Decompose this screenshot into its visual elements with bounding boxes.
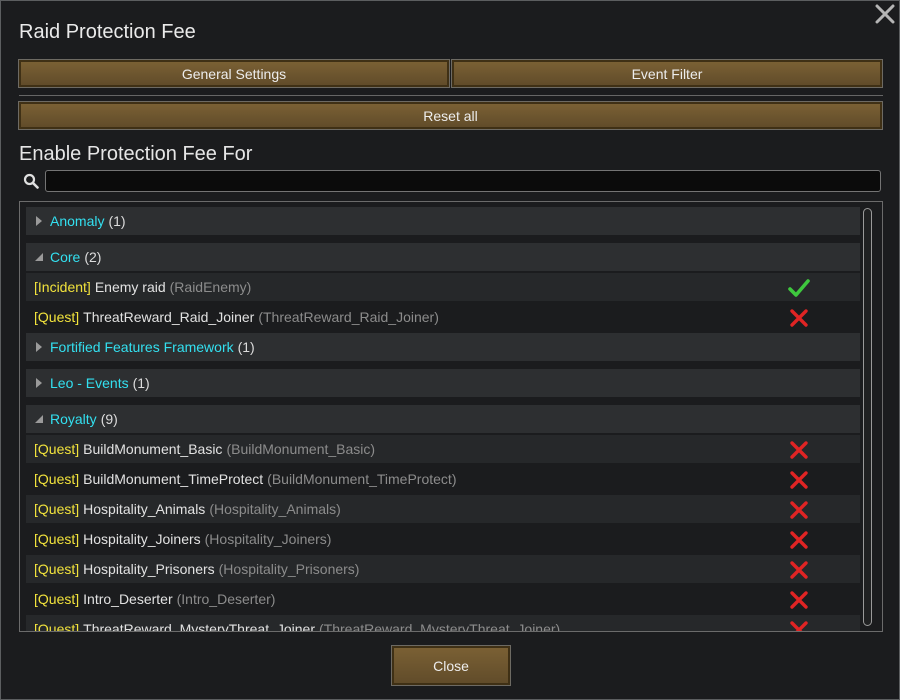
- triangle-right-icon: [32, 216, 46, 226]
- close-button[interactable]: Close: [391, 645, 511, 686]
- item-name: Hospitality_Animals: [83, 501, 206, 517]
- cross-icon[interactable]: [788, 559, 810, 581]
- item-name: ThreatReward_MysteryThreat_Joiner: [83, 621, 316, 632]
- item-def-name: (Hospitality_Joiners): [204, 531, 332, 547]
- group-header-anomaly[interactable]: Anomaly (1): [26, 207, 860, 235]
- cross-icon[interactable]: [788, 469, 810, 491]
- item-name: Intro_Deserter: [83, 591, 173, 607]
- group-header-leo-events[interactable]: Leo - Events (1): [26, 369, 860, 397]
- cross-icon[interactable]: [788, 619, 810, 632]
- triangle-right-icon: [32, 342, 46, 352]
- item-name: BuildMonument_TimeProtect: [83, 471, 264, 487]
- checkmark-icon[interactable]: [788, 277, 810, 299]
- triangle-down-icon: [32, 415, 46, 423]
- group-name: Royalty: [50, 411, 97, 427]
- close-icon[interactable]: [874, 3, 896, 25]
- item-def-name: (ThreatReward_MysteryThreat_Joiner): [319, 621, 561, 632]
- scrollbar[interactable]: [863, 208, 872, 626]
- cross-icon[interactable]: [788, 529, 810, 551]
- item-type-tag: [Quest]: [34, 621, 80, 632]
- group-count: (9): [100, 411, 118, 427]
- group-header-core[interactable]: Core (2): [26, 243, 860, 271]
- group-name: Anomaly: [50, 213, 105, 229]
- event-list[interactable]: Anomaly (1) Core (2) [Incident] Enemy ra…: [19, 201, 883, 632]
- group-name: Leo - Events: [50, 375, 129, 391]
- list-item[interactable]: [Quest] Hospitality_Animals (Hospitality…: [26, 495, 860, 523]
- item-def-name: (BuildMonument_TimeProtect): [267, 471, 457, 487]
- list-item[interactable]: [Quest] Hospitality_Joiners (Hospitality…: [26, 525, 860, 553]
- item-name: Hospitality_Prisoners: [83, 561, 215, 577]
- item-name: BuildMonument_Basic: [83, 441, 223, 457]
- list-item[interactable]: [Quest] Intro_Deserter (Intro_Deserter): [26, 585, 860, 613]
- group-header-fortified-features-framework[interactable]: Fortified Features Framework (1): [26, 333, 860, 361]
- item-name: Hospitality_Joiners: [83, 531, 201, 547]
- group-count: (1): [237, 339, 255, 355]
- dialog-window: Raid Protection Fee General Settings Eve…: [0, 0, 900, 700]
- item-type-tag: [Quest]: [34, 561, 80, 577]
- group-name: Core: [50, 249, 81, 265]
- group-count: (1): [108, 213, 126, 229]
- reset-all-button[interactable]: Reset all: [18, 101, 883, 130]
- item-def-name: (Intro_Deserter): [176, 591, 276, 607]
- item-type-tag: [Quest]: [34, 531, 80, 547]
- tab-event-filter[interactable]: Event Filter: [451, 59, 883, 88]
- list-item[interactable]: [Quest] ThreatReward_Raid_Joiner (Threat…: [26, 303, 860, 331]
- list-item[interactable]: [Incident] Enemy raid (RaidEnemy): [26, 273, 860, 301]
- item-def-name: (ThreatReward_Raid_Joiner): [258, 309, 439, 325]
- divider: [19, 95, 883, 96]
- cross-icon[interactable]: [788, 439, 810, 461]
- dialog-title: Raid Protection Fee: [19, 21, 196, 43]
- cross-icon[interactable]: [788, 307, 810, 329]
- search-icon: [23, 173, 39, 189]
- group-header-royalty[interactable]: Royalty (9): [26, 405, 860, 433]
- item-type-tag: [Quest]: [34, 501, 80, 517]
- item-type-tag: [Quest]: [34, 471, 80, 487]
- section-title: Enable Protection Fee For: [19, 143, 253, 165]
- triangle-down-icon: [32, 253, 46, 261]
- cross-icon[interactable]: [788, 499, 810, 521]
- list-item[interactable]: [Quest] ThreatReward_MysteryThreat_Joine…: [26, 615, 860, 632]
- item-name: Enemy raid: [94, 279, 166, 295]
- list-item[interactable]: [Quest] Hospitality_Prisoners (Hospitali…: [26, 555, 860, 583]
- item-type-tag: [Quest]: [34, 441, 80, 457]
- item-type-tag: [Incident]: [34, 279, 91, 295]
- item-name: ThreatReward_Raid_Joiner: [83, 309, 255, 325]
- list-item[interactable]: [Quest] BuildMonument_TimeProtect (Build…: [26, 465, 860, 493]
- item-def-name: (Hospitality_Prisoners): [218, 561, 360, 577]
- item-def-name: (Hospitality_Animals): [209, 501, 341, 517]
- tab-general-settings[interactable]: General Settings: [18, 59, 450, 88]
- group-name: Fortified Features Framework: [50, 339, 234, 355]
- triangle-right-icon: [32, 378, 46, 388]
- item-def-name: (RaidEnemy): [169, 279, 252, 295]
- item-type-tag: [Quest]: [34, 309, 80, 325]
- group-count: (2): [84, 249, 102, 265]
- item-type-tag: [Quest]: [34, 591, 80, 607]
- cross-icon[interactable]: [788, 589, 810, 611]
- item-def-name: (BuildMonument_Basic): [226, 441, 376, 457]
- list-item[interactable]: [Quest] BuildMonument_Basic (BuildMonume…: [26, 435, 860, 463]
- search-input[interactable]: [45, 170, 881, 192]
- group-count: (1): [132, 375, 150, 391]
